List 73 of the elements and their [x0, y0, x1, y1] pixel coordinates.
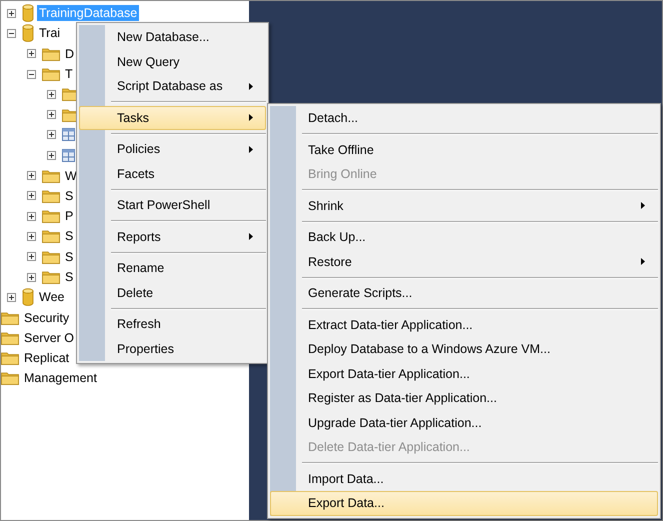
expand-icon[interactable]	[27, 212, 36, 221]
menu-item[interactable]: Export Data...	[270, 491, 658, 516]
menu-item[interactable]: Deploy Database to a Windows Azure VM...	[270, 337, 658, 362]
database-icon	[22, 288, 34, 306]
tree-item[interactable]: D	[63, 46, 76, 62]
table-icon	[62, 148, 75, 162]
folder-icon	[42, 67, 60, 82]
menu-item[interactable]: Script Database as	[79, 74, 266, 98]
folder-icon	[1, 310, 19, 325]
menu-item[interactable]: Detach...	[270, 106, 658, 130]
tree-item[interactable]: T	[63, 66, 75, 82]
menu-item[interactable]: Upgrade Data-tier Application...	[270, 410, 658, 435]
menu-item[interactable]: Shrink	[270, 194, 658, 218]
menu-item[interactable]: Register as Data-tier Application...	[270, 386, 658, 410]
menu-item[interactable]: Facets	[79, 162, 266, 186]
caret-icon	[641, 258, 645, 266]
expand-icon[interactable]	[27, 232, 36, 241]
folder-icon	[42, 209, 60, 224]
tree-item[interactable]: S	[63, 188, 76, 204]
caret-icon	[641, 202, 645, 210]
expand-icon[interactable]	[7, 8, 16, 18]
tree-item[interactable]: S	[63, 228, 76, 244]
tree-item[interactable]: Security	[22, 310, 72, 326]
menu-item[interactable]: Properties	[79, 336, 266, 361]
folder-icon	[42, 270, 60, 284]
folder-icon	[42, 46, 60, 61]
expand-icon[interactable]	[47, 110, 56, 120]
database-icon	[22, 4, 34, 22]
menu-item[interactable]: New Query	[79, 50, 266, 74]
table-icon	[62, 128, 75, 142]
tree-item[interactable]: P	[63, 208, 76, 224]
menu-item[interactable]: Refresh	[79, 312, 266, 336]
expand-icon[interactable]	[27, 191, 36, 200]
menu-item[interactable]: Start PowerShell	[79, 193, 266, 218]
expand-icon[interactable]	[47, 150, 56, 160]
menu-item[interactable]: Generate Scripts...	[270, 281, 658, 306]
expand-icon[interactable]	[47, 90, 56, 99]
menu-item[interactable]: Take Offline	[270, 138, 658, 162]
tree-item[interactable]: Replicat	[22, 350, 72, 366]
folder-icon	[42, 188, 60, 203]
menu-item[interactable]: Tasks	[79, 106, 266, 130]
tree-item[interactable]: S	[63, 248, 76, 265]
menu-item[interactable]: Back Up...	[270, 225, 658, 250]
folder-icon	[42, 168, 60, 183]
menu-item[interactable]: Rename	[79, 256, 266, 280]
database-icon	[22, 24, 34, 42]
collapse-icon[interactable]	[7, 28, 16, 38]
expand-icon[interactable]	[27, 171, 36, 180]
folder-icon	[1, 351, 19, 366]
expand-icon[interactable]	[27, 272, 36, 282]
menu-item[interactable]: Delete	[79, 280, 266, 305]
menu-item[interactable]: Policies	[79, 137, 266, 162]
folder-icon	[1, 330, 19, 345]
folder-icon	[42, 250, 60, 264]
expand-icon[interactable]	[47, 130, 56, 140]
collapse-icon[interactable]	[27, 70, 36, 79]
expand-icon[interactable]	[27, 49, 36, 58]
menu-item[interactable]: Import Data...	[270, 466, 658, 491]
tree-item[interactable]: Trai	[37, 25, 62, 42]
tree-item[interactable]: Management	[22, 370, 99, 386]
tree-item[interactable]: W	[63, 168, 79, 184]
menu-item[interactable]: Restore	[270, 250, 658, 274]
menu-item[interactable]: Extract Data-tier Application...	[270, 312, 658, 337]
menu-item[interactable]: Reports	[79, 224, 266, 249]
folder-icon	[1, 371, 19, 386]
menu-item[interactable]: Export Data-tier Application...	[270, 362, 658, 386]
folder-icon	[42, 229, 60, 244]
expand-icon[interactable]	[27, 252, 36, 262]
tree-item[interactable]: S	[63, 269, 76, 285]
tree-item[interactable]: Server O	[22, 330, 76, 346]
tree-item[interactable]: Wee	[37, 289, 66, 306]
expand-icon[interactable]	[7, 292, 16, 302]
menu-item[interactable]: New Database...	[79, 25, 266, 50]
